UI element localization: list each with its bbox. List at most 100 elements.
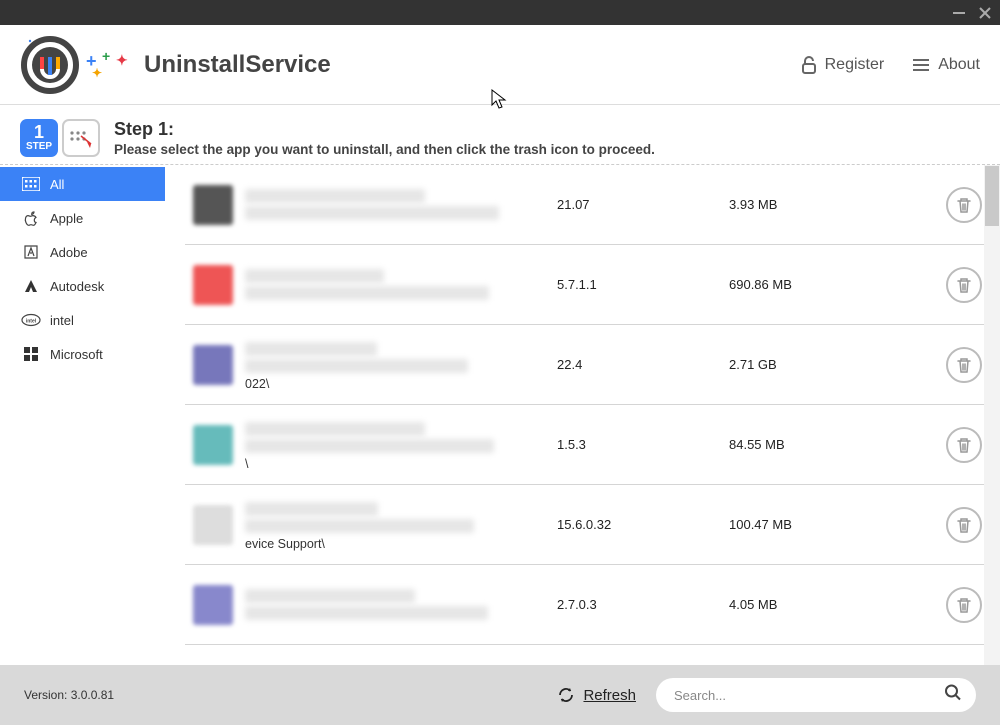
uninstall-button[interactable] [946,427,982,463]
category-sidebar: All Apple Adobe Autodesk intel intel [0,165,165,665]
app-icon [193,345,233,385]
app-size: 2.71 GB [729,357,889,372]
app-path-fragment: 022\ [245,377,545,391]
sidebar-item-label: Adobe [50,245,88,260]
register-label: Register [825,56,885,74]
step-2-badge [62,119,100,157]
about-button[interactable]: About [912,56,980,74]
uninstall-button[interactable] [946,507,982,543]
main-content: All Apple Adobe Autodesk intel intel [0,165,1000,665]
app-version: 21.07 [557,197,717,212]
app-logo: + + ✦ ✦ UninstallService [20,35,331,95]
app-size: 3.93 MB [729,197,889,212]
app-header: + + ✦ ✦ UninstallService Register About [0,25,1000,105]
refresh-label: Refresh [583,687,636,704]
register-button[interactable]: Register [801,55,885,75]
app-row[interactable]: 5.7.1.1 690.86 MB [185,245,1000,325]
sidebar-item-label: Microsoft [50,347,103,362]
sidebar-item-label: Autodesk [50,279,104,294]
app-name-column: evice Support\ [245,499,545,551]
footer-bar: Version: 3.0.0.81 Refresh [0,665,1000,725]
app-row[interactable]: \ 1.5.3 84.55 MB [185,405,1000,485]
sidebar-item-all[interactable]: All [0,167,165,201]
sidebar-item-adobe[interactable]: Adobe [0,235,165,269]
app-row[interactable]: 022\ 22.4 2.71 GB [185,325,1000,405]
refresh-icon [557,686,575,704]
app-version: 2.7.0.3 [557,597,717,612]
app-version: 5.7.1.1 [557,277,717,292]
logo-icon [20,35,80,95]
app-name-column: 022\ [245,339,545,391]
app-version: 1.5.3 [557,437,717,452]
app-icon [193,265,233,305]
microsoft-icon [22,345,40,363]
app-list: 21.07 3.93 MB 5.7.1.1 690.86 MB 022\ 22.… [185,165,1000,665]
app-size: 100.47 MB [729,517,889,532]
sidebar-item-label: Apple [50,211,83,226]
step-indicators: 1 STEP [20,119,100,157]
lock-open-icon [801,55,817,75]
step-subtitle: Please select the app you want to uninst… [114,142,655,157]
app-path-fragment: \ [245,457,545,471]
app-name-column [245,186,545,223]
app-version: 22.4 [557,357,717,372]
sidebar-item-autodesk[interactable]: Autodesk [0,269,165,303]
svg-text:✦: ✦ [116,52,128,68]
app-size: 690.86 MB [729,277,889,292]
logo-text: UninstallService [144,51,331,79]
trash-icon [955,596,973,614]
svg-text:intel: intel [26,319,37,325]
scrollbar-thumb[interactable] [985,166,999,226]
trash-icon [955,516,973,534]
scrollbar-track[interactable] [984,165,1000,665]
adobe-icon [22,243,40,261]
title-bar [0,0,1000,25]
app-size: 84.55 MB [729,437,889,452]
about-label: About [938,56,980,74]
uninstall-button[interactable] [946,187,982,223]
autodesk-icon [22,277,40,295]
refresh-button[interactable]: Refresh [557,686,636,704]
app-row[interactable]: evice Support\ 15.6.0.32 100.47 MB [185,485,1000,565]
svg-text:+: + [102,51,110,64]
sidebar-item-intel[interactable]: intel intel [0,303,165,337]
step-title: Step 1: [114,119,655,140]
uninstall-button[interactable] [946,587,982,623]
app-row[interactable]: 2.7.0.3 4.05 MB [185,565,1000,645]
logo-sparkle-icon: + + ✦ ✦ [86,51,138,79]
sidebar-item-label: All [50,177,64,192]
app-icon [193,185,233,225]
trash-icon [955,276,973,294]
uninstall-button[interactable] [946,267,982,303]
intel-icon: intel [22,311,40,329]
version-text: Version: 3.0.0.81 [24,688,114,702]
apple-icon [22,209,40,227]
sidebar-item-apple[interactable]: Apple [0,201,165,235]
trash-icon [955,196,973,214]
svg-text:✦: ✦ [92,66,102,79]
app-icon [193,585,233,625]
menu-icon [912,57,930,73]
uninstall-button[interactable] [946,347,982,383]
app-size: 4.05 MB [729,597,889,612]
trash-icon [955,436,973,454]
app-version: 15.6.0.32 [557,517,717,532]
step-bar: 1 STEP Step 1: Please select the app you… [0,105,1000,165]
app-name-column [245,266,545,303]
search-input[interactable] [656,678,976,712]
search-box [656,678,976,712]
app-path-fragment: evice Support\ [245,537,545,551]
step-1-badge: 1 STEP [20,119,58,157]
sidebar-item-label: intel [50,313,74,328]
app-row[interactable]: 21.07 3.93 MB [185,165,1000,245]
app-name-column [245,586,545,623]
app-name-column: \ [245,419,545,471]
app-icon [193,425,233,465]
minimize-button[interactable] [952,6,966,20]
trash-icon [955,356,973,374]
app-icon [193,505,233,545]
sidebar-item-microsoft[interactable]: Microsoft [0,337,165,371]
close-button[interactable] [978,6,992,20]
search-icon[interactable] [944,684,962,707]
grid-icon [22,175,40,193]
